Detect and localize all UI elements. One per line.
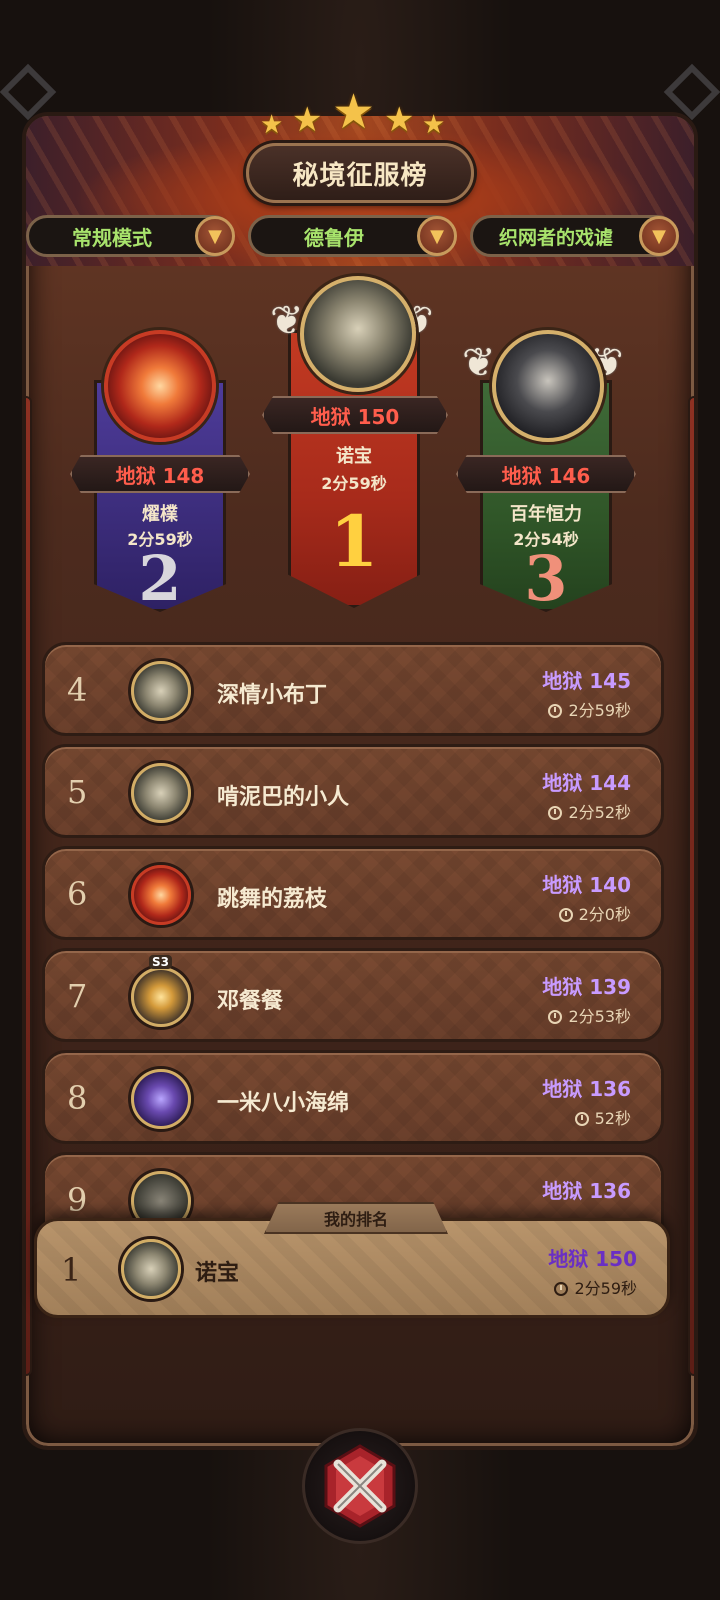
avatar-hooded (492, 330, 604, 442)
clock-icon (548, 1010, 563, 1024)
map-dropdown[interactable]: 织网者的戏谑 ▼ (470, 215, 679, 257)
row-score: 地狱 145 (542, 669, 631, 693)
row-name: 一米八小海绵 (217, 1091, 350, 1116)
my-score: 地狱 150 (548, 1247, 637, 1271)
clock-icon (548, 704, 563, 718)
mode-dropdown-label: 常规模式 (72, 225, 152, 250)
player-name: 百年恒力 (510, 504, 582, 525)
star-icon: ★ (332, 84, 376, 140)
score-ribbon: 地狱 148 (70, 455, 250, 493)
score-ribbon: 地狱 150 (262, 396, 448, 434)
avatar-fire-emblem (104, 330, 216, 442)
row-name: 跳舞的荔枝 (217, 887, 328, 912)
row-rank: 4 (67, 671, 88, 709)
right-rail (688, 396, 694, 1376)
chevron-down-icon[interactable]: ▼ (417, 216, 457, 256)
clock-icon (548, 806, 563, 820)
row-rank: 5 (67, 773, 88, 811)
row-time: 52秒 (574, 1105, 631, 1129)
rank-number: 3 (524, 542, 568, 615)
chevron-down-icon[interactable]: ▼ (639, 216, 679, 256)
star-icon: ★ (260, 110, 284, 140)
avatar (121, 1239, 181, 1299)
clear-time: 2分59秒 (321, 474, 387, 493)
row-name: 深情小布丁 (217, 683, 328, 708)
list-item[interactable]: 7 S3 邓餐餐 地狱 139 2分53秒 (42, 948, 664, 1042)
list-item[interactable]: 5 啃泥巴的小人 地狱 144 2分52秒 (42, 744, 664, 838)
rank-number: 1 (329, 500, 379, 583)
star-icon: ★ (292, 100, 323, 140)
row-score: 地狱 144 (542, 771, 631, 795)
map-dropdown-label: 织网者的戏谑 (498, 226, 613, 249)
clock-icon (574, 1112, 589, 1126)
star-icon: ★ (384, 100, 415, 140)
row-rank: 7 (67, 977, 88, 1015)
row-name: 邓餐餐 (217, 989, 284, 1014)
star-icon: ★ (422, 110, 446, 140)
row-time: 2分53秒 (548, 1003, 631, 1027)
row-score: 地狱 139 (542, 975, 631, 999)
left-rail (26, 396, 32, 1376)
close-icon (324, 1444, 396, 1528)
row-name: 啃泥巴的小人 (217, 785, 350, 810)
avatar-lantern (131, 967, 191, 1027)
class-dropdown-label: 德鲁伊 (304, 225, 364, 250)
row-time: 2分52秒 (548, 799, 631, 823)
score-ribbon: 地狱 146 (456, 455, 636, 493)
list-item[interactable]: 8 一米八小海绵 地狱 136 52秒 (42, 1050, 664, 1144)
my-time: 2分59秒 (554, 1275, 637, 1299)
list-item[interactable]: 6 跳舞的荔枝 地狱 140 2分0秒 (42, 846, 664, 940)
my-rank-tab: 我的排名 (264, 1202, 448, 1234)
rank-number: 2 (138, 542, 182, 615)
clock-icon (554, 1282, 569, 1296)
player-name: 燿檏 (142, 504, 178, 525)
close-button[interactable] (302, 1428, 418, 1544)
avatar-fire-emblem (131, 865, 191, 925)
avatar (131, 661, 191, 721)
my-name: 诺宝 (195, 1261, 240, 1286)
wing-left-icon: ❦ (462, 340, 496, 386)
row-rank: 8 (67, 1079, 88, 1117)
page-title: 秘境征服榜 (246, 143, 474, 203)
row-score: 地狱 140 (542, 873, 631, 897)
row-rank: 6 (67, 875, 88, 913)
row-time: 2分59秒 (548, 697, 631, 721)
list-item[interactable]: 4 深情小布丁 地狱 145 2分59秒 (42, 642, 664, 736)
avatar-druid (300, 276, 416, 392)
star-rating: ★ ★ ★ ★ ★ (260, 84, 460, 140)
player-name: 诺宝 (336, 446, 372, 467)
avatar (131, 763, 191, 823)
mode-dropdown[interactable]: 常规模式 ▼ (26, 215, 235, 257)
row-score: 地狱 136 (542, 1077, 631, 1101)
row-time: 2分0秒 (558, 901, 631, 925)
my-rank-number: 1 (61, 1251, 82, 1289)
wing-left-icon: ❦ (270, 298, 304, 344)
class-dropdown[interactable]: 德鲁伊 ▼ (248, 215, 457, 257)
row-score: 地狱 136 (542, 1179, 631, 1203)
season-badge: S3 (149, 955, 172, 969)
avatar-moon (131, 1069, 191, 1129)
chevron-down-icon[interactable]: ▼ (195, 216, 235, 256)
row-rank: 9 (67, 1181, 88, 1219)
clock-icon (558, 908, 573, 922)
